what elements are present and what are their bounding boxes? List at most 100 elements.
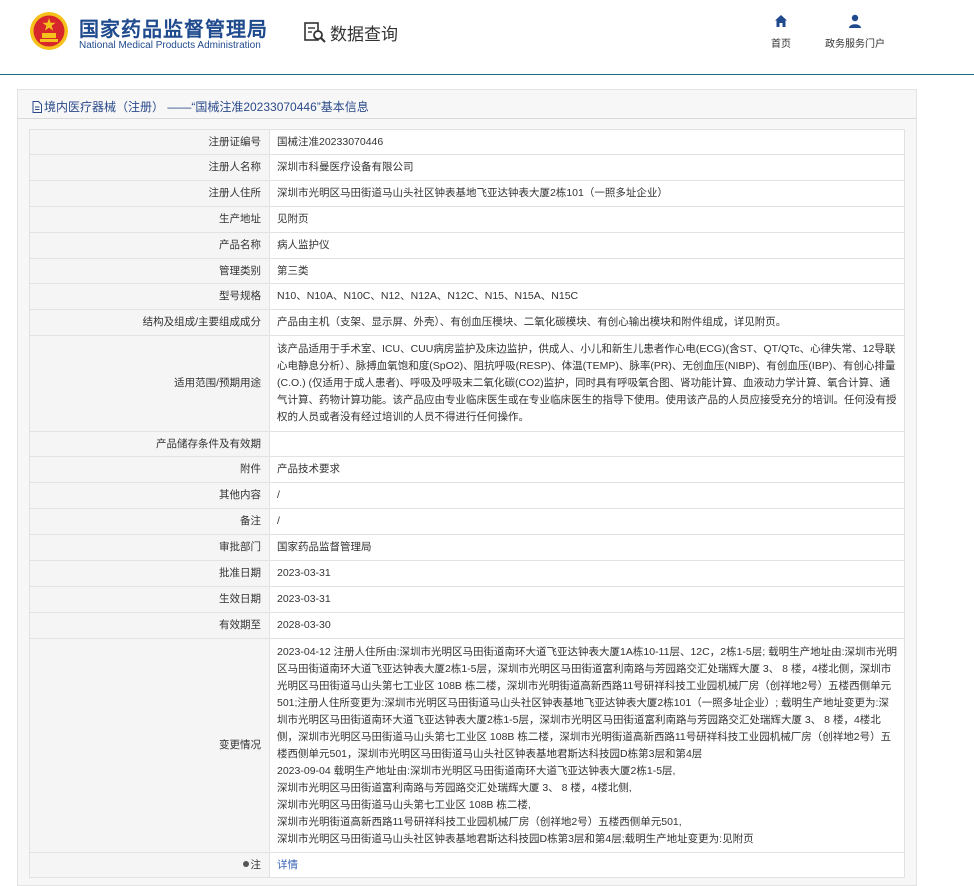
data-query-label: 数据查询	[330, 24, 398, 44]
table-row: 注册人名称 深圳市科曼医疗设备有限公司	[29, 154, 905, 181]
field-value-text: 产品技术要求	[277, 463, 340, 475]
field-value: 深圳市光明区马田街道马山头社区钟表基地飞亚达钟表大厦2栋101（一照多址企业）	[269, 180, 905, 207]
nav-home[interactable]: 首页	[768, 14, 794, 50]
nav-portal-label: 政务服务门户	[825, 39, 885, 50]
field-label-text: 审批部门	[219, 541, 261, 553]
field-label: 产品名称	[29, 232, 270, 259]
field-value-text: N10、N10A、N10C、N12、N12A、N12C、N15、N15A、N15…	[277, 290, 579, 302]
field-value-text: /	[277, 515, 280, 527]
field-value: /	[269, 482, 905, 509]
field-value: 2023-03-31	[269, 586, 905, 613]
field-value-text: 2023-03-31	[277, 567, 331, 579]
field-value-text: 深圳市光明区马田街道马山头社区钟表基地飞亚达钟表大厦2栋101（一照多址企业）	[277, 187, 668, 199]
field-label-text: 生产地址	[219, 213, 261, 225]
field-value-text: 2023-04-12 注册人住所由:深圳市光明区马田街道南环大道飞亚达钟表大厦1…	[277, 645, 897, 845]
home-icon	[775, 15, 787, 27]
table-row: 变更情况 2023-04-12 注册人住所由:深圳市光明区马田街道南环大道飞亚达钟…	[29, 638, 905, 853]
field-value: 见附页	[269, 206, 905, 233]
field-label-text: 适用范围/预期用途	[174, 377, 261, 389]
panel-title-text: 境内医疗器械（注册） ——“国械注准20233070446”基本信息	[44, 100, 369, 114]
field-label-text: 产品储存条件及有效期	[156, 437, 261, 450]
table-row: 注 详情	[29, 852, 905, 878]
field-label: 其他内容	[29, 482, 270, 509]
brand-title[interactable]: 国家药品监督管理局	[79, 13, 268, 42]
field-label-text: 管理类别	[219, 264, 261, 277]
table-row: 生效日期 2023-03-31	[29, 586, 905, 613]
data-query-heading: 数据查询	[303, 19, 398, 45]
field-label-text: 注	[250, 858, 262, 871]
field-label-text: 产品名称	[219, 239, 261, 251]
panel-title: 境内医疗器械（注册） ——“国械注准20233070446”基本信息	[32, 98, 369, 115]
table-row: 批准日期 2023-03-31	[29, 560, 905, 587]
table-row: 注册人住所 深圳市光明区马田街道马山头社区钟表基地飞亚达钟表大厦2栋101（一照多…	[29, 180, 905, 207]
field-label-text: 变更情况	[219, 739, 261, 751]
field-value-text: 国家药品监督管理局	[277, 541, 372, 553]
document-icon	[32, 101, 42, 113]
field-value	[269, 431, 905, 457]
field-label-text: 其他内容	[219, 489, 261, 501]
field-label: 适用范围/预期用途	[29, 335, 270, 432]
brand-subtitle: National Medical Products Administration	[79, 40, 261, 51]
field-label: 注册人名称	[29, 154, 270, 181]
field-value-text: /	[277, 489, 280, 501]
field-label: 结构及组成/主要组成成分	[29, 309, 270, 336]
field-value: /	[269, 508, 905, 535]
user-icon	[849, 14, 861, 28]
document-search-icon	[304, 22, 326, 43]
field-label-text: 附件	[240, 463, 261, 475]
field-label: 备注	[29, 508, 270, 535]
table-row: 型号规格 N10、N10A、N10C、N12、N12A、N12C、N15、N15A…	[29, 283, 905, 310]
national-emblem-icon	[30, 12, 68, 50]
table-row: 附件 产品技术要求	[29, 456, 905, 483]
field-label: 注	[29, 852, 270, 878]
registration-info-table: 注册证编号 国械注准20233070446 注册人名称 深圳市科曼医疗设备有限公司 注册…	[29, 129, 905, 878]
field-value: 病人监护仪	[269, 232, 905, 259]
field-value: 产品技术要求	[269, 456, 905, 483]
table-row: 适用范围/预期用途 该产品适用于手术室、ICU、CUU病房监护及床边监护，供成人、…	[29, 335, 905, 432]
field-label: 有效期至	[29, 612, 270, 639]
details-link[interactable]: 详情	[277, 859, 298, 871]
field-value-text: 2023-03-31	[277, 593, 331, 605]
field-label-text: 型号规格	[219, 290, 261, 302]
field-label: 管理类别	[29, 258, 270, 284]
field-label: 审批部门	[29, 534, 270, 561]
table-row: 生产地址 见附页	[29, 206, 905, 233]
field-label: 批准日期	[29, 560, 270, 587]
field-value: 2028-03-30	[269, 612, 905, 639]
field-value-text: 见附页	[277, 213, 309, 225]
field-value: 2023-04-12 注册人住所由:深圳市光明区马田街道南环大道飞亚达钟表大厦1…	[269, 638, 905, 853]
field-label-text: 注册人名称	[208, 161, 262, 173]
field-label-text: 备注	[240, 515, 261, 527]
field-value: 该产品适用于手术室、ICU、CUU病房监护及床边监护，供成人、小儿和新生儿患者作…	[269, 335, 905, 432]
field-value-text: 第三类	[277, 264, 309, 277]
pin-icon	[242, 860, 249, 867]
field-value-text: 2028-03-30	[277, 619, 331, 631]
table-row: 管理类别 第三类	[29, 258, 905, 284]
nav-service-portal[interactable]: 政务服务门户	[822, 14, 888, 50]
table-row: 注册证编号 国械注准20233070446	[29, 129, 905, 155]
field-label-text: 结构及组成/主要组成成分	[142, 316, 261, 328]
field-value-text: 国械注准20233070446	[277, 135, 384, 148]
field-value-text: 该产品适用于手术室、ICU、CUU病房监护及床边监护，供成人、小儿和新生儿患者作…	[277, 343, 897, 423]
field-value-text: 病人监护仪	[277, 239, 330, 251]
field-label: 产品储存条件及有效期	[29, 431, 270, 457]
table-row: 备注 /	[29, 508, 905, 535]
table-row: 产品储存条件及有效期	[29, 431, 905, 457]
table-row: 结构及组成/主要组成成分 产品由主机（支架、显示屏、外壳）、有创血压模块、二氧化碳…	[29, 309, 905, 336]
field-label: 生产地址	[29, 206, 270, 233]
table-row: 产品名称 病人监护仪	[29, 232, 905, 259]
field-label-text: 注册证编号	[208, 135, 262, 148]
field-value: 产品由主机（支架、显示屏、外壳）、有创血压模块、二氧化碳模块、有创心输出模块和附…	[269, 309, 905, 336]
field-label: 变更情况	[29, 638, 270, 853]
field-value: 详情	[269, 852, 905, 878]
field-value: 第三类	[269, 258, 905, 284]
field-value-text: 产品由主机（支架、显示屏、外壳）、有创血压模块、二氧化碳模块、有创心输出模块和附…	[277, 316, 787, 328]
nav-home-label: 首页	[771, 39, 791, 50]
field-label: 生效日期	[29, 586, 270, 613]
table-row: 审批部门 国家药品监督管理局	[29, 534, 905, 561]
field-value-text: 深圳市科曼医疗设备有限公司	[277, 161, 414, 173]
field-label-text: 注册人住所	[208, 187, 262, 199]
field-label: 注册人住所	[29, 180, 270, 207]
field-label-text: 生效日期	[219, 593, 261, 605]
field-value: 深圳市科曼医疗设备有限公司	[269, 154, 905, 181]
